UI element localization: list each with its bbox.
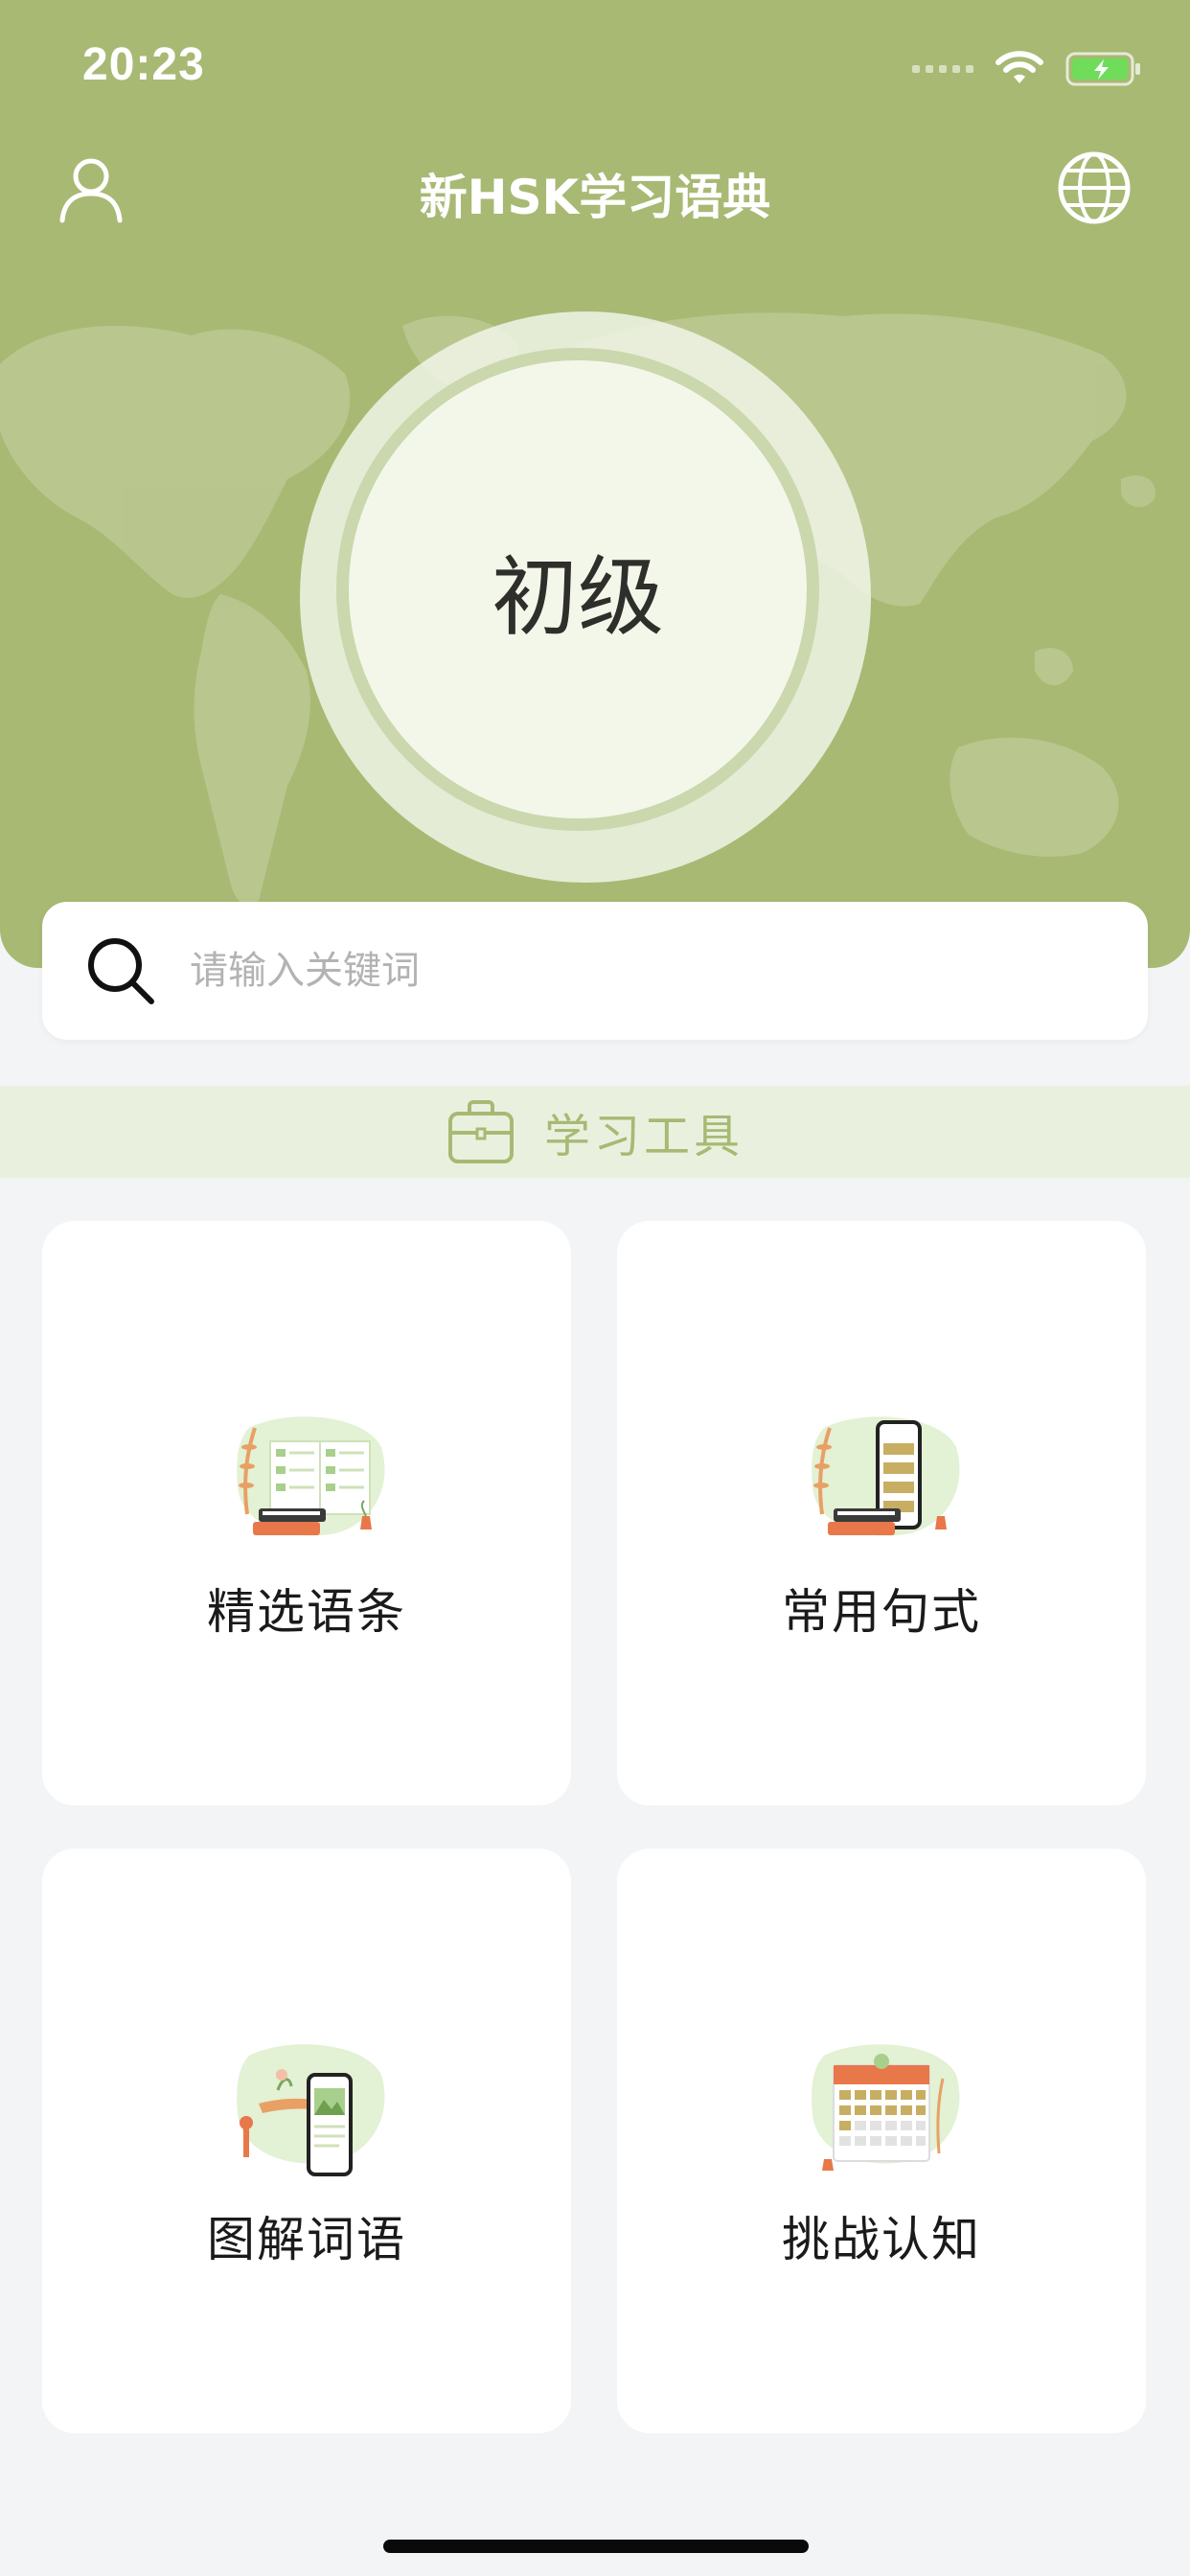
wifi-icon: [995, 51, 1043, 83]
search-bar[interactable]: [42, 902, 1148, 1040]
book-illustration-icon: [237, 1416, 385, 1536]
globe-icon: [1058, 151, 1131, 224]
phone-illustration-icon: [812, 1416, 960, 1536]
section-header: 学习工具: [0, 1086, 1190, 1178]
status-time: 20:23: [82, 39, 205, 90]
picture-phone-illustration-icon: [237, 2044, 385, 2176]
battery-charging-icon: [1065, 52, 1140, 86]
page-title: 新HSK学习语典: [419, 170, 771, 225]
language-button[interactable]: [1056, 150, 1133, 226]
level-selector[interactable]: 初级: [336, 348, 819, 831]
search-input[interactable]: [188, 948, 1054, 994]
home-indicator[interactable]: [383, 2540, 809, 2553]
card-label: 挑战认知: [782, 2212, 981, 2267]
cellular-signal-icon: [912, 65, 973, 73]
status-icons: [912, 50, 1142, 88]
card-common-patterns[interactable]: 常用句式: [617, 1221, 1146, 1806]
level-label: 初级: [492, 547, 664, 648]
calendar-grid-illustration-icon: [812, 2044, 960, 2171]
search-icon: [88, 938, 154, 1004]
card-illustrated-words[interactable]: 图解词语: [42, 1849, 571, 2433]
section-title: 学习工具: [543, 1110, 744, 1163]
card-label: 精选语条: [207, 1584, 406, 1640]
header-banner: 20:23 新HSK学习语典 初级: [0, 0, 1190, 968]
card-label: 图解词语: [207, 2212, 406, 2267]
card-challenge-recognition[interactable]: 挑战认知: [617, 1849, 1146, 2433]
card-selected-entries[interactable]: 精选语条: [42, 1221, 571, 1806]
briefcase-icon: [447, 1100, 514, 1163]
card-label: 常用句式: [782, 1584, 981, 1640]
